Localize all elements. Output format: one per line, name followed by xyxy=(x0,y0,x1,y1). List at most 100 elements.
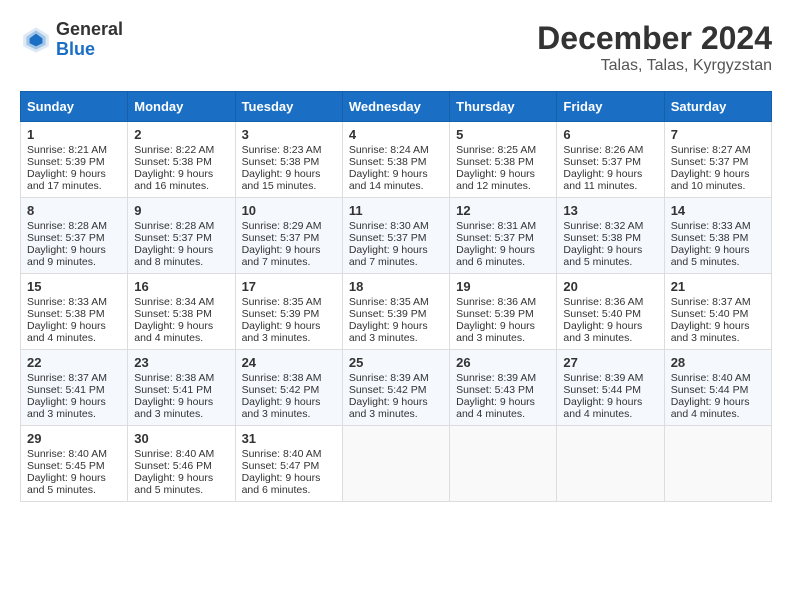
daylight-text: Daylight: 9 hours and 8 minutes. xyxy=(134,244,213,268)
sunset-text: Sunset: 5:39 PM xyxy=(349,308,427,320)
calendar-cell: 21 Sunrise: 8:37 AMSunset: 5:40 PMDayligh… xyxy=(664,274,771,350)
day-number: 31 xyxy=(242,431,336,446)
day-number: 29 xyxy=(27,431,121,446)
col-saturday: Saturday xyxy=(664,92,771,122)
sunset-text: Sunset: 5:39 PM xyxy=(27,156,105,168)
sunrise-text: Sunrise: 8:21 AM xyxy=(27,144,107,156)
sunset-text: Sunset: 5:42 PM xyxy=(349,384,427,396)
daylight-text: Daylight: 9 hours and 4 minutes. xyxy=(27,320,106,344)
calendar-table: Sunday Monday Tuesday Wednesday Thursday… xyxy=(20,91,772,502)
sunset-text: Sunset: 5:38 PM xyxy=(134,308,212,320)
daylight-text: Daylight: 9 hours and 3 minutes. xyxy=(456,320,535,344)
sunrise-text: Sunrise: 8:40 AM xyxy=(134,448,214,460)
sunrise-text: Sunrise: 8:34 AM xyxy=(134,296,214,308)
calendar-cell: 3Sunrise: 8:23 AMSunset: 5:38 PMDaylight… xyxy=(235,122,342,198)
sunset-text: Sunset: 5:40 PM xyxy=(671,308,749,320)
calendar-cell: 14Sunrise: 8:33 AMSunset: 5:38 PMDayligh… xyxy=(664,198,771,274)
title-block: December 2024 Talas, Talas, Kyrgyzstan xyxy=(537,20,772,75)
sunset-text: Sunset: 5:45 PM xyxy=(27,460,105,472)
sunrise-text: Sunrise: 8:28 AM xyxy=(27,220,107,232)
sunset-text: Sunset: 5:44 PM xyxy=(563,384,641,396)
calendar-cell: 9Sunrise: 8:28 AMSunset: 5:37 PMDaylight… xyxy=(128,198,235,274)
daylight-text: Daylight: 9 hours and 7 minutes. xyxy=(242,244,321,268)
col-friday: Friday xyxy=(557,92,664,122)
calendar-cell: 25Sunrise: 8:39 AMSunset: 5:42 PMDayligh… xyxy=(342,350,449,426)
day-number: 3 xyxy=(242,127,336,142)
daylight-text: Daylight: 9 hours and 4 minutes. xyxy=(134,320,213,344)
sunset-text: Sunset: 5:37 PM xyxy=(27,232,105,244)
daylight-text: Daylight: 9 hours and 4 minutes. xyxy=(456,396,535,420)
sunrise-text: Sunrise: 8:37 AM xyxy=(27,372,107,384)
calendar-cell: 17Sunrise: 8:35 AMSunset: 5:39 PMDayligh… xyxy=(235,274,342,350)
day-number: 21 xyxy=(671,279,765,294)
calendar-cell: 1Sunrise: 8:21 AMSunset: 5:39 PMDaylight… xyxy=(21,122,128,198)
day-number: 15 xyxy=(27,279,121,294)
daylight-text: Daylight: 9 hours and 15 minutes. xyxy=(242,168,321,192)
day-number: 23 xyxy=(134,355,228,370)
calendar-cell: 16Sunrise: 8:34 AMSunset: 5:38 PMDayligh… xyxy=(128,274,235,350)
daylight-text: Daylight: 9 hours and 3 minutes. xyxy=(27,396,106,420)
daylight-text: Daylight: 9 hours and 6 minutes. xyxy=(242,472,321,496)
daylight-text: Daylight: 9 hours and 16 minutes. xyxy=(134,168,213,192)
col-wednesday: Wednesday xyxy=(342,92,449,122)
sunrise-text: Sunrise: 8:35 AM xyxy=(349,296,429,308)
sunrise-text: Sunrise: 8:38 AM xyxy=(242,372,322,384)
daylight-text: Daylight: 9 hours and 5 minutes. xyxy=(563,244,642,268)
col-thursday: Thursday xyxy=(450,92,557,122)
sunset-text: Sunset: 5:37 PM xyxy=(671,156,749,168)
day-number: 19 xyxy=(456,279,550,294)
daylight-text: Daylight: 9 hours and 3 minutes. xyxy=(563,320,642,344)
sunset-text: Sunset: 5:42 PM xyxy=(242,384,320,396)
logo: General Blue xyxy=(20,20,123,60)
day-number: 11 xyxy=(349,203,443,218)
day-number: 24 xyxy=(242,355,336,370)
day-number: 1 xyxy=(27,127,121,142)
calendar-cell: 22 Sunrise: 8:37 AMSunset: 5:41 PMDayligh… xyxy=(21,350,128,426)
sunrise-text: Sunrise: 8:28 AM xyxy=(134,220,214,232)
sunset-text: Sunset: 5:41 PM xyxy=(27,384,105,396)
sunrise-text: Sunrise: 8:27 AM xyxy=(671,144,751,156)
sunset-text: Sunset: 5:39 PM xyxy=(242,308,320,320)
week-row-2: 8Sunrise: 8:28 AMSunset: 5:37 PMDaylight… xyxy=(21,198,772,274)
sunrise-text: Sunrise: 8:37 AM xyxy=(671,296,751,308)
calendar-cell: 8Sunrise: 8:28 AMSunset: 5:37 PMDaylight… xyxy=(21,198,128,274)
calendar-cell: 13Sunrise: 8:32 AMSunset: 5:38 PMDayligh… xyxy=(557,198,664,274)
month-year-title: December 2024 xyxy=(537,20,772,57)
calendar-cell xyxy=(342,426,449,502)
daylight-text: Daylight: 9 hours and 3 minutes. xyxy=(242,320,321,344)
calendar-cell: 6Sunrise: 8:26 AMSunset: 5:37 PMDaylight… xyxy=(557,122,664,198)
sunrise-text: Sunrise: 8:29 AM xyxy=(242,220,322,232)
day-number: 10 xyxy=(242,203,336,218)
day-number: 20 xyxy=(563,279,657,294)
page-header: General Blue December 2024 Talas, Talas,… xyxy=(20,20,772,75)
day-number: 14 xyxy=(671,203,765,218)
sunrise-text: Sunrise: 8:22 AM xyxy=(134,144,214,156)
sunset-text: Sunset: 5:43 PM xyxy=(456,384,534,396)
calendar-cell: 28Sunrise: 8:40 AMSunset: 5:44 PMDayligh… xyxy=(664,350,771,426)
sunset-text: Sunset: 5:39 PM xyxy=(456,308,534,320)
daylight-text: Daylight: 9 hours and 5 minutes. xyxy=(134,472,213,496)
day-number: 7 xyxy=(671,127,765,142)
sunrise-text: Sunrise: 8:40 AM xyxy=(27,448,107,460)
sunrise-text: Sunrise: 8:33 AM xyxy=(27,296,107,308)
sunset-text: Sunset: 5:44 PM xyxy=(671,384,749,396)
sunset-text: Sunset: 5:47 PM xyxy=(242,460,320,472)
daylight-text: Daylight: 9 hours and 3 minutes. xyxy=(671,320,750,344)
calendar-header-row: Sunday Monday Tuesday Wednesday Thursday… xyxy=(21,92,772,122)
day-number: 22 xyxy=(27,355,121,370)
calendar-cell: 29Sunrise: 8:40 AMSunset: 5:45 PMDayligh… xyxy=(21,426,128,502)
sunset-text: Sunset: 5:37 PM xyxy=(242,232,320,244)
sunrise-text: Sunrise: 8:33 AM xyxy=(671,220,751,232)
logo-blue: Blue xyxy=(56,40,123,60)
sunset-text: Sunset: 5:38 PM xyxy=(134,156,212,168)
calendar-cell xyxy=(664,426,771,502)
logo-text: General Blue xyxy=(56,20,123,60)
calendar-cell: 11Sunrise: 8:30 AMSunset: 5:37 PMDayligh… xyxy=(342,198,449,274)
day-number: 5 xyxy=(456,127,550,142)
day-number: 9 xyxy=(134,203,228,218)
sunset-text: Sunset: 5:46 PM xyxy=(134,460,212,472)
daylight-text: Daylight: 9 hours and 3 minutes. xyxy=(134,396,213,420)
sunrise-text: Sunrise: 8:38 AM xyxy=(134,372,214,384)
daylight-text: Daylight: 9 hours and 3 minutes. xyxy=(349,396,428,420)
sunset-text: Sunset: 5:41 PM xyxy=(134,384,212,396)
